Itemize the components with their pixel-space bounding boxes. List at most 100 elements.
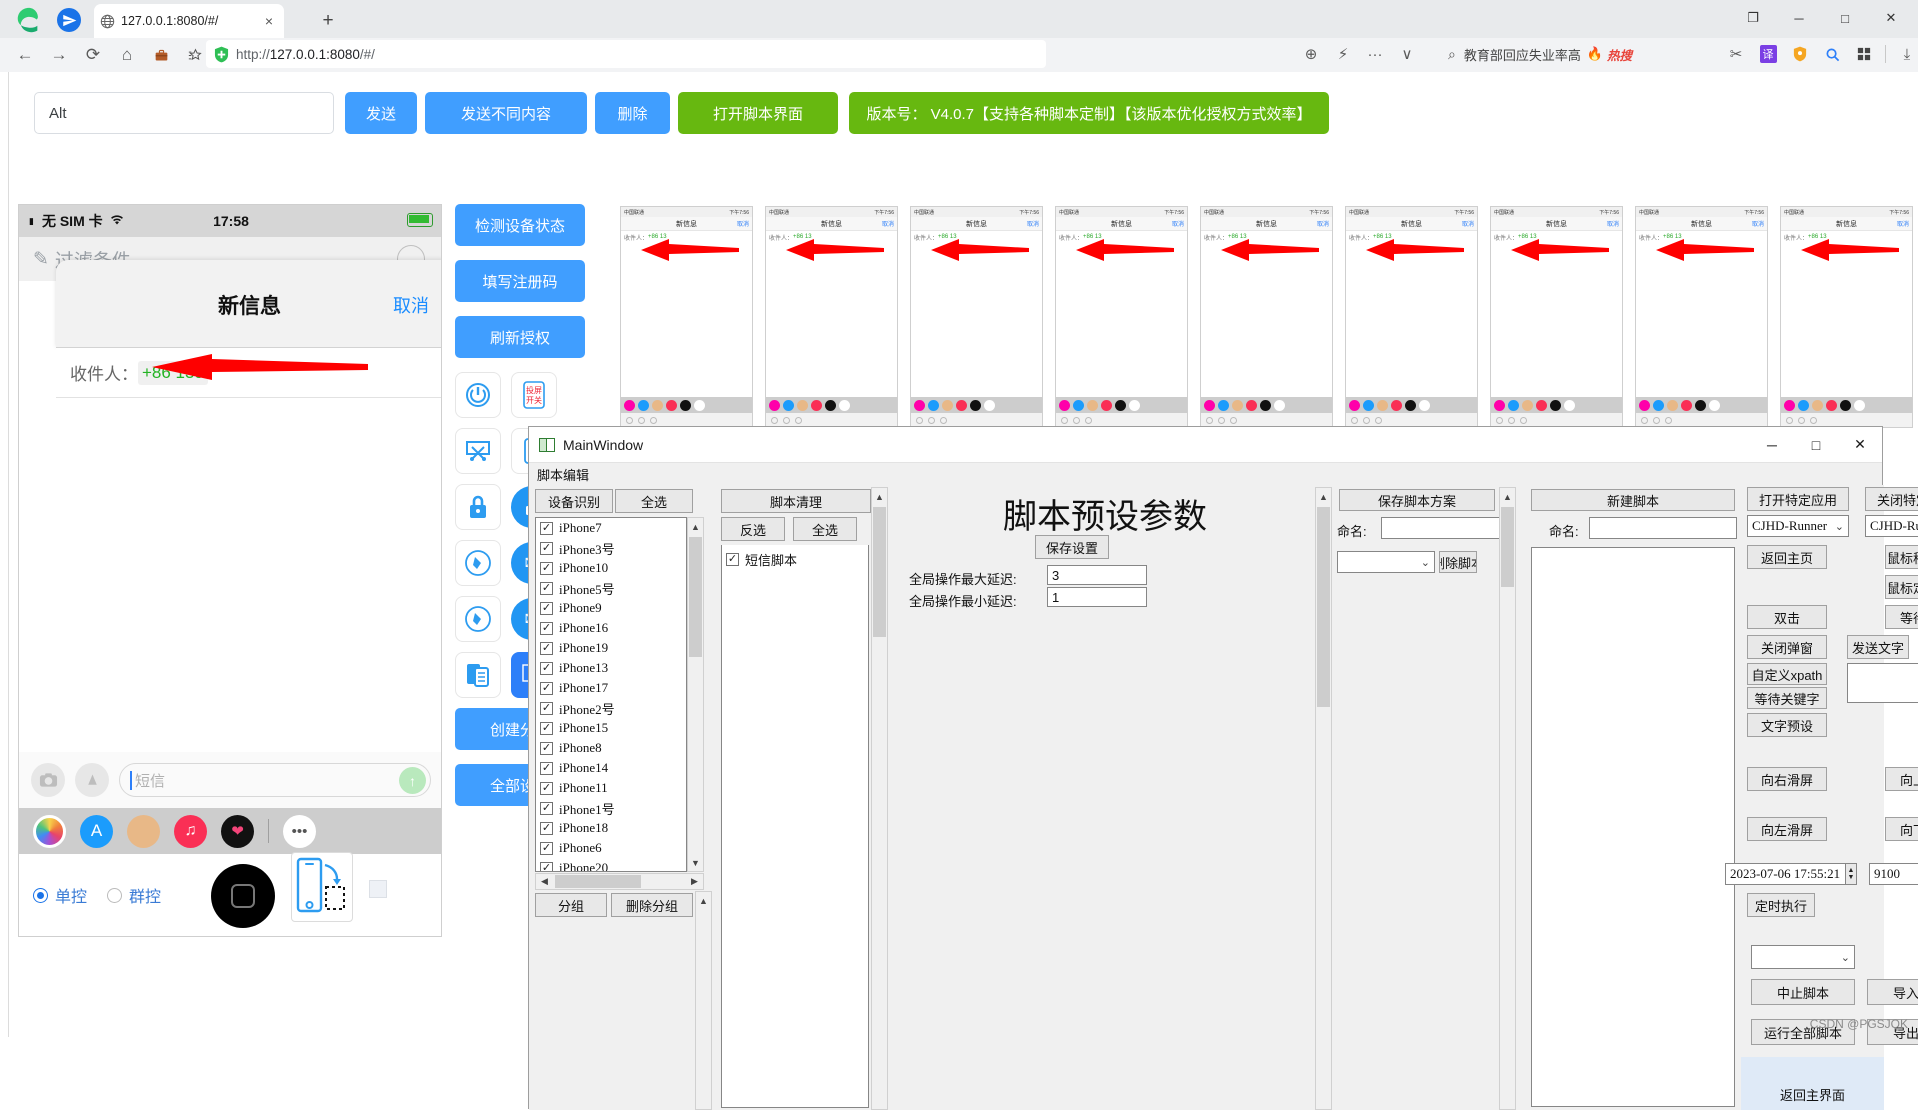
new-tab-button[interactable]: + <box>315 8 341 34</box>
wait-keyword-button[interactable]: 等待关键字 <box>1747 687 1827 709</box>
thumb-cancel[interactable]: 取消 <box>1317 219 1329 228</box>
checkbox-icon[interactable]: ✓ <box>540 821 553 835</box>
home-button[interactable] <box>211 864 275 928</box>
new-script-editor[interactable] <box>1531 547 1735 1107</box>
group-panel-scrollbar[interactable]: ▲ <box>695 891 712 1110</box>
save-plan-scrollbar[interactable]: ▲ <box>1499 487 1516 1110</box>
device-list-item[interactable]: ✓ iPhone1号 <box>536 798 686 818</box>
detect-device-status-button[interactable]: 检测设备状态 <box>455 204 585 246</box>
more-icon[interactable]: ··· <box>1359 40 1391 68</box>
script-panel-scrollbar[interactable]: ▲ <box>871 487 888 1110</box>
scroll-up-arrow[interactable]: ▲ <box>688 518 703 535</box>
thumb-cancel[interactable]: 取消 <box>737 219 749 228</box>
select-all-devices-button[interactable]: 全选 <box>615 489 693 513</box>
device-list-hscrollbar[interactable]: ◀ ▶ <box>535 873 704 890</box>
checkbox-icon[interactable]: ✓ <box>540 841 553 855</box>
command-text-input[interactable] <box>1847 663 1918 703</box>
address-bar[interactable]: http://127.0.0.1:8080/#/ <box>206 40 1046 68</box>
scroll-thumb[interactable] <box>1317 507 1330 707</box>
device-thumbnail[interactable]: 中国联通 下午7:56 新信息 取消 收件人： +86 13 <box>1780 206 1913 428</box>
zoom-icon[interactable]: ⊕ <box>1295 40 1327 68</box>
tab-close-icon[interactable]: × <box>260 12 278 30</box>
memoji-icon[interactable] <box>127 814 160 848</box>
custom-xpath-button[interactable]: 自定义xpath <box>1747 663 1827 685</box>
import-script-button[interactable]: 导入脚本 <box>1867 979 1918 1005</box>
scroll-down-arrow[interactable]: ▼ <box>688 854 703 871</box>
group-control-radio[interactable]: 群控 <box>107 883 161 907</box>
wait-a-bit-button[interactable]: 等待一下 <box>1885 605 1918 629</box>
device-list-item[interactable]: ✓ iPhone17 <box>536 678 686 698</box>
reload-icon[interactable]: ⟳ <box>76 40 110 70</box>
checkbox-icon[interactable]: ✓ <box>540 521 553 535</box>
copy-icon[interactable] <box>455 652 501 698</box>
checkbox-icon[interactable]: ✓ <box>540 601 553 615</box>
maximize-button[interactable]: □ <box>1822 2 1868 34</box>
checkbox-icon[interactable]: ✓ <box>540 721 553 735</box>
checkbox-icon[interactable]: ✓ <box>726 552 739 566</box>
text-preset-button[interactable]: 文字预设 <box>1747 713 1827 737</box>
script-clean-button[interactable]: 脚本清理 <box>721 489 871 513</box>
checkbox-icon[interactable]: ✓ <box>540 801 553 815</box>
device-list-item[interactable]: ✓ iPhone18 <box>536 818 686 838</box>
profile-avatar[interactable] <box>57 8 81 32</box>
mouse-move-read-button[interactable]: 鼠标移动读取 <box>1885 545 1918 569</box>
translate-icon[interactable]: 译 <box>1752 40 1784 68</box>
select-all-scripts-button[interactable]: 全选 <box>793 517 857 541</box>
send-text-button[interactable]: 发送文字 <box>1847 635 1909 659</box>
device-list-item[interactable]: ✓ iPhone20 <box>536 858 686 871</box>
device-thumbnail[interactable]: 中国联通 下午7:56 新信息 取消 收件人： +86 13 <box>910 206 1043 428</box>
device-thumbnail[interactable]: 中国联通 下午7:56 新信息 取消 收件人： +86 13 <box>1200 206 1333 428</box>
refresh-authorization-button[interactable]: 刷新授权 <box>455 316 585 358</box>
script-select-combo[interactable]: ⌄ <box>1751 945 1855 969</box>
device-thumbnail[interactable]: 中国联通 下午7:56 新信息 取消 收件人： +86 13 <box>1345 206 1478 428</box>
appstore-dock-icon[interactable]: A <box>80 814 113 848</box>
script-list-item[interactable]: ✓ 短信脚本 <box>722 549 868 569</box>
device-thumbnail[interactable]: 中国联通 下午7:56 新信息 取消 收件人： +86 13 <box>1635 206 1768 428</box>
apps-icon[interactable] <box>1848 40 1880 68</box>
rotate-screen-button[interactable] <box>291 852 353 922</box>
checkbox-icon[interactable]: ✓ <box>540 741 553 755</box>
scroll-thumb[interactable] <box>555 875 641 888</box>
preset-panel-scrollbar[interactable]: ▲ <box>1315 487 1332 1110</box>
menu-item-script-edit[interactable]: 脚本编辑 <box>537 465 589 484</box>
digital-touch-icon[interactable]: ❤ <box>221 814 254 848</box>
device-thumbnail[interactable]: 中国联通 下午7:56 新信息 取消 收件人： +86 13 <box>1490 206 1623 428</box>
datetime-spinner[interactable]: 2023-07-06 17:55:21 <box>1725 863 1855 885</box>
device-list-item[interactable]: ✓ iPhone10 <box>536 558 686 578</box>
device-thumbnail[interactable]: 中国联通 下午7:56 新信息 取消 收件人： +86 13 <box>765 206 898 428</box>
device-thumbnail[interactable]: 中国联通 下午7:56 新信息 取消 收件人： +86 13 <box>620 206 753 428</box>
scroll-up-arrow[interactable]: ▲ <box>872 488 887 505</box>
device-thumbnail[interactable]: 中国联通 下午7:56 新信息 取消 收件人： +86 13 <box>1055 206 1188 428</box>
timed-execute-button[interactable]: 定时执行 <box>1747 893 1815 917</box>
save-plan-name-input[interactable] <box>1381 517 1501 539</box>
scroll-up-arrow[interactable]: ▲ <box>1500 488 1515 505</box>
checkbox-icon[interactable]: ✓ <box>540 661 553 675</box>
scroll-thumb[interactable] <box>689 537 702 657</box>
lock-icon[interactable] <box>455 484 501 530</box>
port-combo[interactable]: 9100 ⌄ <box>1869 863 1918 885</box>
scissors-icon[interactable]: ✂ <box>1720 40 1752 68</box>
clean-icon[interactable] <box>455 596 501 642</box>
script-checkbox-list[interactable]: ✓ 短信脚本 <box>721 545 869 1108</box>
scroll-thumb[interactable] <box>873 507 886 637</box>
search-ext-icon[interactable] <box>1816 40 1848 68</box>
device-list-item[interactable]: ✓ iPhone5号 <box>536 578 686 598</box>
scroll-up-arrow[interactable]: ▲ <box>696 892 711 909</box>
back-home-button[interactable]: 返回主页 <box>1747 545 1827 569</box>
shield-ext-icon[interactable] <box>1784 40 1816 68</box>
close-specific-app-button[interactable]: 关闭特定应用 <box>1865 487 1918 511</box>
open-specific-app-button[interactable]: 打开特定应用 <box>1747 487 1849 511</box>
thumb-cancel[interactable]: 取消 <box>1462 219 1474 228</box>
checkbox-icon[interactable]: ✓ <box>540 781 553 795</box>
datetime-spinner-arrows[interactable]: ▲ ▼ <box>1845 863 1857 885</box>
thumb-cancel[interactable]: 取消 <box>1752 219 1764 228</box>
group-button[interactable]: 分组 <box>535 893 607 917</box>
thumb-cancel[interactable]: 取消 <box>1172 219 1184 228</box>
new-script-name-input[interactable] <box>1589 517 1737 539</box>
minimize-button[interactable]: ─ <box>1776 2 1822 34</box>
back-icon[interactable]: ← <box>8 40 42 70</box>
mainwindow-maximize-button[interactable]: □ <box>1794 427 1838 463</box>
music-icon[interactable]: ♫ <box>174 814 207 848</box>
checkbox-icon[interactable]: ✓ <box>540 581 553 595</box>
delete-group-button[interactable]: 删除分组 <box>611 893 693 917</box>
